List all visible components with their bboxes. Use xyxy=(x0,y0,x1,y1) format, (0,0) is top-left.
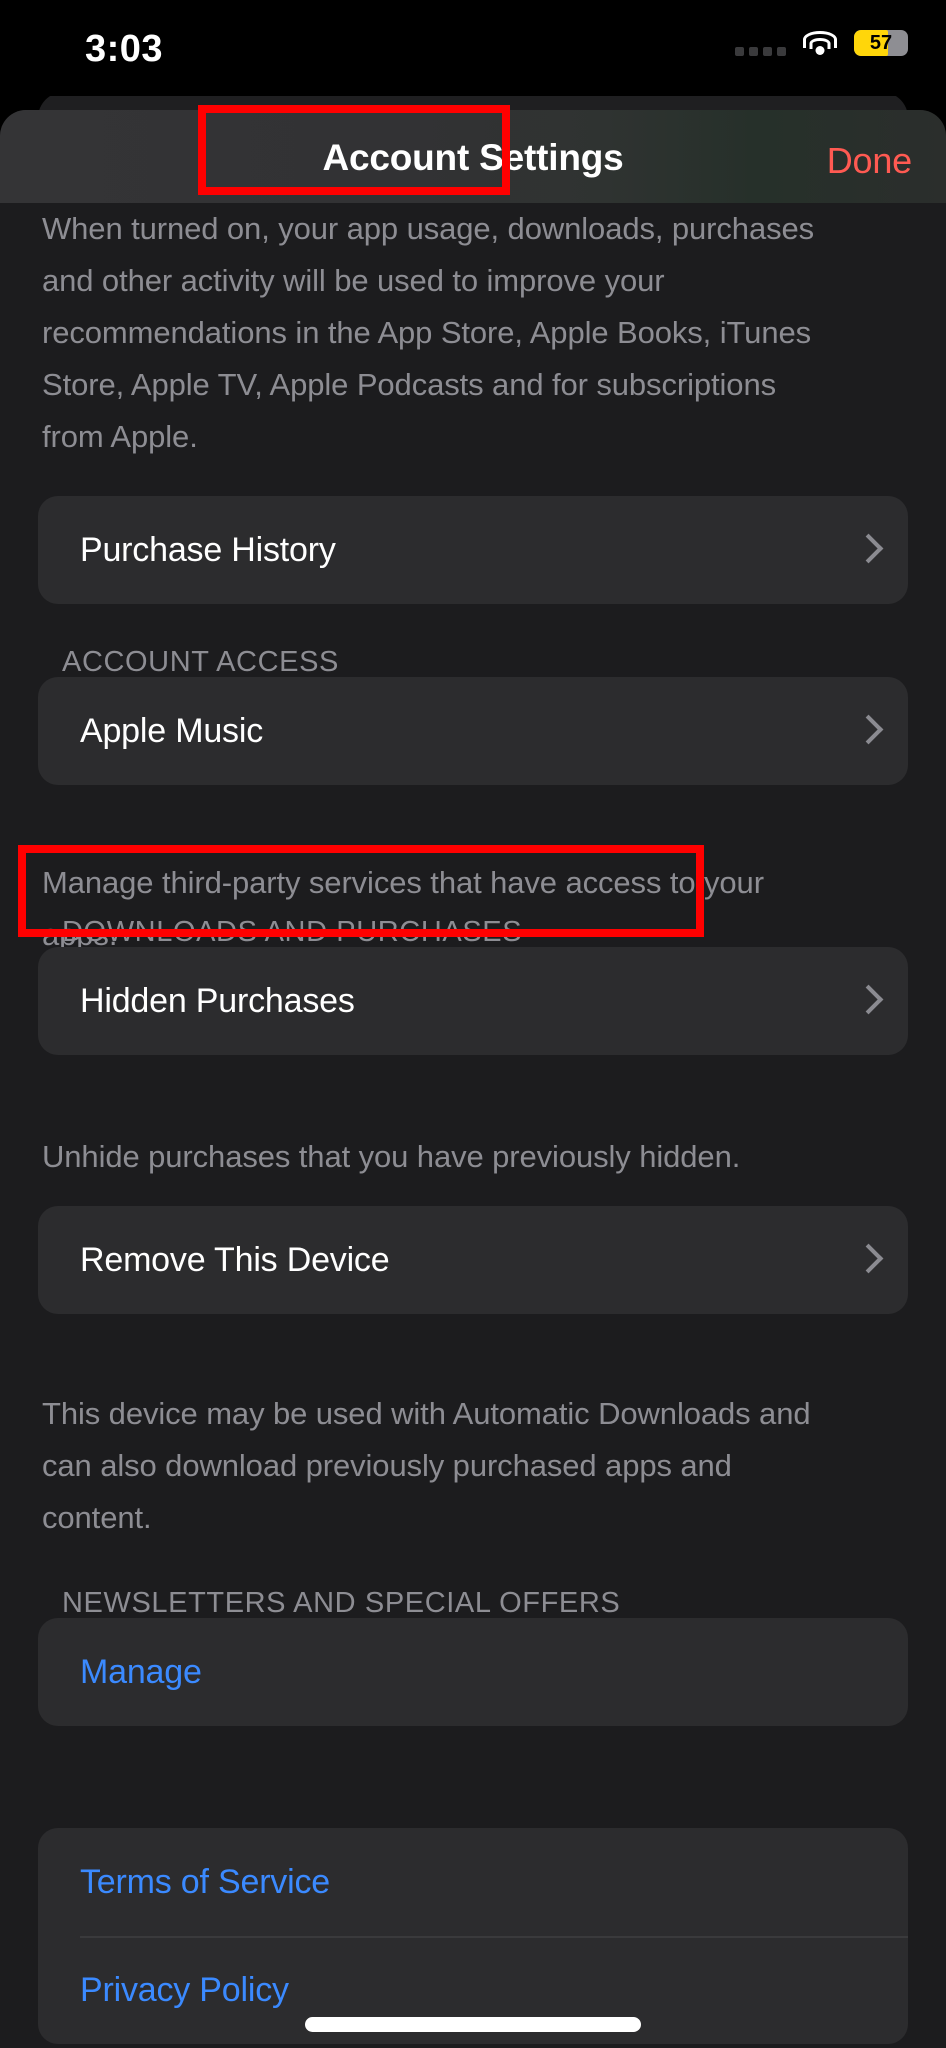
personalized-recommendations-footer: When turned on, your app usage, download… xyxy=(42,211,815,454)
section-header-downloads-purchases: DOWNLOADS AND PURCHASES xyxy=(62,916,523,948)
row-hidden-purchases[interactable]: Hidden Purchases xyxy=(38,947,908,1055)
home-indicator[interactable] xyxy=(305,2017,641,2032)
chevron-right-icon xyxy=(856,985,874,1017)
done-button[interactable]: Done xyxy=(827,140,912,182)
page-title: Account Settings xyxy=(322,137,624,178)
battery-level-label: 57 xyxy=(869,32,893,54)
iphone-screen: 3:03 57 Account Settings Done When turne… xyxy=(0,0,946,2048)
purchase-history-label: Purchase History xyxy=(80,530,336,569)
status-bar: 3:03 57 xyxy=(0,0,946,96)
navigation-bar: Account Settings Done xyxy=(0,110,946,203)
row-remove-this-device[interactable]: Remove This Device xyxy=(38,1206,908,1314)
row-manage-newsletters[interactable]: Manage xyxy=(38,1618,908,1726)
row-apple-music[interactable]: Apple Music xyxy=(38,677,908,785)
chevron-right-icon xyxy=(856,715,874,747)
battery-icon: 57 xyxy=(854,30,908,56)
hidden-purchases-label: Hidden Purchases xyxy=(80,981,355,1020)
manage-label: Manage xyxy=(80,1652,202,1691)
remove-device-footer: This device may be used with Automatic D… xyxy=(42,1396,811,1535)
terms-of-service-label: Terms of Service xyxy=(80,1862,330,1901)
remove-device-group: Remove This Device xyxy=(38,1206,908,1314)
purchase-history-group: Purchase History xyxy=(38,496,908,604)
newsletters-group: Manage xyxy=(38,1618,908,1726)
chevron-right-icon xyxy=(856,534,874,566)
hidden-purchases-footer: Unhide purchases that you have previousl… xyxy=(42,1139,741,1174)
row-purchase-history[interactable]: Purchase History xyxy=(38,496,908,604)
row-terms-of-service[interactable]: Terms of Service xyxy=(38,1828,908,1936)
settings-scroll-content[interactable]: When turned on, your app usage, download… xyxy=(0,203,946,2048)
status-bar-time: 3:03 xyxy=(85,28,164,70)
privacy-policy-label: Privacy Policy xyxy=(80,1970,289,2009)
account-access-group: Apple Music xyxy=(38,677,908,785)
hidden-purchases-group: Hidden Purchases xyxy=(38,947,908,1055)
cellular-dots-icon xyxy=(735,30,786,56)
section-header-account-access: ACCOUNT ACCESS xyxy=(62,646,339,678)
wifi-icon xyxy=(803,30,837,56)
section-header-newsletters: NEWSLETTERS AND SPECIAL OFFERS xyxy=(62,1587,621,1619)
chevron-right-icon xyxy=(856,1244,874,1276)
apple-music-label: Apple Music xyxy=(80,711,263,750)
legal-links-group: Terms of Service Privacy Policy xyxy=(38,1828,908,2044)
account-settings-sheet: Account Settings Done When turned on, yo… xyxy=(0,110,946,2048)
status-bar-indicators: 57 xyxy=(735,30,908,56)
remove-device-label: Remove This Device xyxy=(80,1240,390,1279)
